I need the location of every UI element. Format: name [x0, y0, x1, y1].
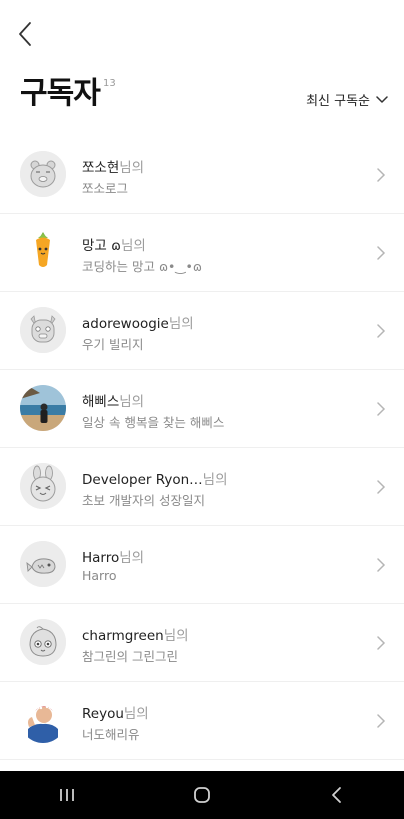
- blog-name: Harro: [82, 568, 117, 583]
- subscriber-name: 쪼소현: [82, 160, 120, 176]
- subscriber-name: 망고 ɷ: [82, 238, 121, 254]
- subscriber-item[interactable]: Developer Ryon…님의 초보 개발자의 성장일지: [0, 448, 404, 526]
- recent-apps-icon: [60, 789, 75, 801]
- chevron-right-icon: [377, 402, 386, 416]
- back-button[interactable]: [14, 18, 38, 50]
- subscriber-list: 쪼소현님의 쪼소로그 망고 ɷ님의 코딩하는 망고 ɷ•‿•ɷ adorewoo…: [0, 136, 404, 760]
- recent-apps-button[interactable]: [37, 775, 97, 815]
- photo-sea-person-icon: [20, 385, 66, 431]
- name-suffix: 님의: [168, 316, 194, 332]
- subscriber-name: adorewoogie: [82, 316, 169, 332]
- subscriber-item[interactable]: 해삐스님의 일상 속 행복을 찾는 해삐스: [0, 370, 404, 448]
- subscriber-item[interactable]: Harro님의 Harro: [0, 526, 404, 604]
- frodo-dog-face-icon: [20, 307, 66, 353]
- home-button[interactable]: [172, 775, 232, 815]
- name-suffix: 님의: [202, 472, 228, 488]
- subscriber-item[interactable]: 쪼소현님의 쪼소로그: [0, 136, 404, 214]
- sort-label: 최신 구독순: [306, 94, 370, 109]
- system-navigation-bar: [0, 771, 404, 819]
- system-back-button[interactable]: [307, 775, 367, 815]
- subscriber-name: charmgreen: [82, 628, 164, 644]
- name-suffix: 님의: [119, 160, 145, 176]
- fish-character-icon: [20, 541, 66, 587]
- sort-dropdown[interactable]: 최신 구독순: [306, 90, 388, 109]
- chevron-right-icon: [377, 246, 386, 260]
- rosie-riveter-icon: [20, 697, 66, 743]
- blog-name: 일상 속 행복을 찾는 해삐스: [82, 415, 225, 430]
- subscriber-name: Developer Ryon…: [82, 472, 203, 488]
- blog-name: 우기 빌리지: [82, 337, 144, 352]
- chevron-down-icon: [376, 95, 388, 103]
- carrot-character-icon: [20, 229, 66, 275]
- chevron-left-icon: [19, 22, 31, 46]
- rabbit-face-icon: [20, 463, 66, 509]
- chevron-right-icon: [377, 636, 386, 650]
- subscriber-name: 해삐스: [82, 394, 120, 410]
- subscriber-item[interactable]: adorewoogie님의 우기 빌리지: [0, 292, 404, 370]
- name-suffix: 님의: [123, 706, 149, 722]
- subscriber-name: Reyou: [82, 706, 124, 722]
- name-suffix: 님의: [120, 238, 146, 254]
- subscriber-name: Harro: [82, 550, 120, 566]
- back-arrow-icon: [331, 787, 341, 803]
- chevron-right-icon: [377, 324, 386, 338]
- page-header: 구독자 13 최신 구독순: [20, 76, 388, 116]
- chevron-right-icon: [377, 168, 386, 182]
- subscriber-item[interactable]: 망고 ɷ님의 코딩하는 망고 ɷ•‿•ɷ: [0, 214, 404, 292]
- blog-name: 쪼소로그: [82, 181, 129, 196]
- name-suffix: 님의: [119, 550, 145, 566]
- blog-name: 초보 개발자의 성장일지: [82, 493, 205, 508]
- page-title: 구독자: [20, 76, 101, 111]
- blog-name: 코딩하는 망고 ɷ•‿•ɷ: [82, 259, 202, 274]
- subscriber-count: 13: [103, 78, 116, 89]
- blog-name: 참그린의 그린그린: [82, 649, 178, 664]
- chevron-right-icon: [377, 558, 386, 572]
- chevron-right-icon: [377, 714, 386, 728]
- name-suffix: 님의: [163, 628, 189, 644]
- peach-character-icon: [20, 619, 66, 665]
- name-suffix: 님의: [119, 394, 145, 410]
- subscriber-item[interactable]: charmgreen님의 참그린의 그린그린: [0, 604, 404, 682]
- subscriber-item[interactable]: Reyou님의 너도해리유: [0, 682, 404, 760]
- ryan-face-icon: [20, 151, 66, 197]
- blog-name: 너도해리유: [82, 727, 140, 742]
- chevron-right-icon: [377, 480, 386, 494]
- home-icon: [194, 787, 210, 803]
